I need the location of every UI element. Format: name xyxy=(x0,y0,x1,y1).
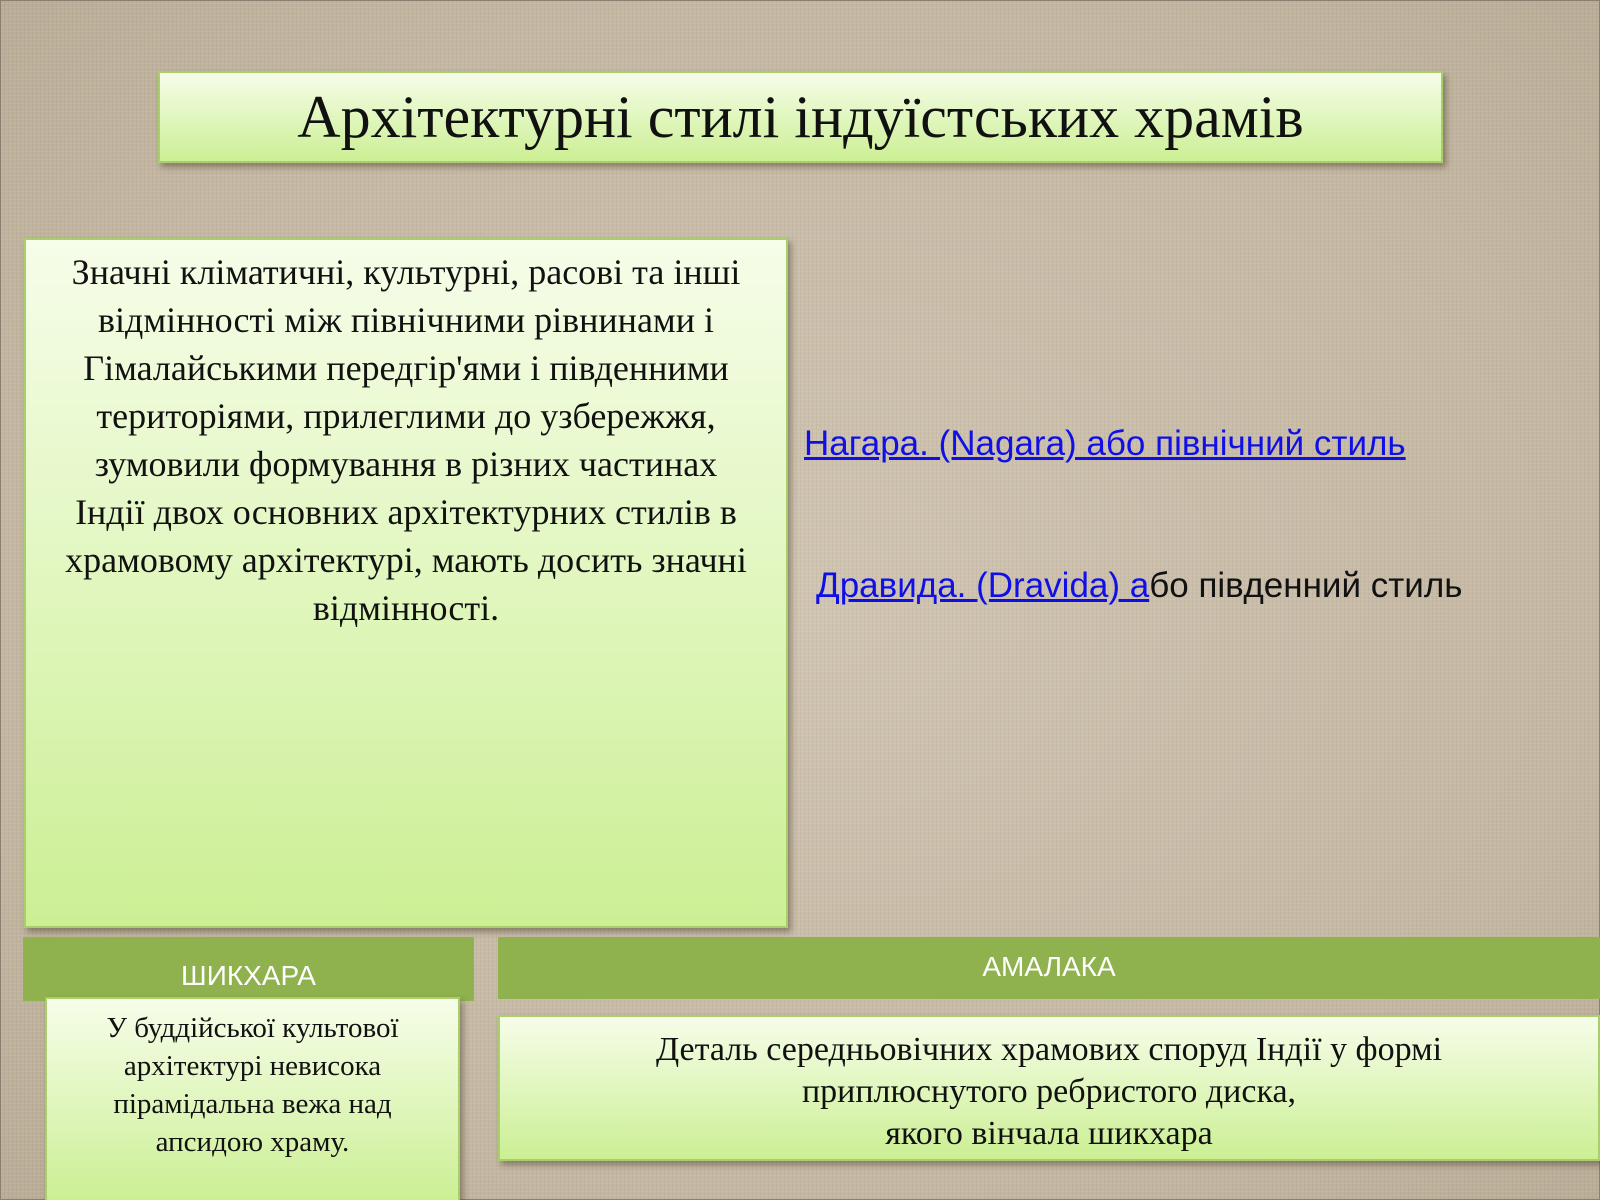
slide-title: Архітектурні стилі індуїстських храмів xyxy=(297,83,1304,150)
amalaka-definition: Деталь середньовічних храмових споруд Ін… xyxy=(520,1029,1578,1155)
amalaka-line-3: якого вінчала шикхара xyxy=(885,1115,1213,1152)
amalaka-header: АМАЛАКА xyxy=(498,937,1600,999)
amalaka-line-2: приплюснутого ребристого диска, xyxy=(801,1073,1297,1110)
shikhara-definition-box: У буддійської культової архітектурі неви… xyxy=(45,997,460,1200)
dravida-link[interactable]: Дравида. (Dravida) а xyxy=(816,566,1149,605)
nagara-link[interactable]: Нагара. (Nagara) або північний стиль xyxy=(804,424,1406,463)
shikhara-header: ШИКХАРА xyxy=(23,937,474,1001)
shikhara-definition: У буддійської культової архітектурі неви… xyxy=(106,1012,399,1158)
amalaka-definition-box: Деталь середньовічних храмових споруд Ін… xyxy=(498,1015,1600,1161)
dravida-description: бо південний стиль xyxy=(1149,566,1463,605)
intro-paragraph: Значні кліматичні, культурні, расові та … xyxy=(65,252,747,628)
amalaka-line-1: Деталь середньовічних храмових споруд Ін… xyxy=(655,1031,1443,1068)
dravida-style-line: Дравида. (Dravida) або південний стиль xyxy=(816,562,1466,609)
nagara-style-line: Нагара. (Nagara) або північний стиль xyxy=(804,424,1406,464)
intro-text-box: Значні кліматичні, культурні, расові та … xyxy=(24,238,788,928)
title-box: Архітектурні стилі індуїстських храмів xyxy=(158,71,1443,163)
